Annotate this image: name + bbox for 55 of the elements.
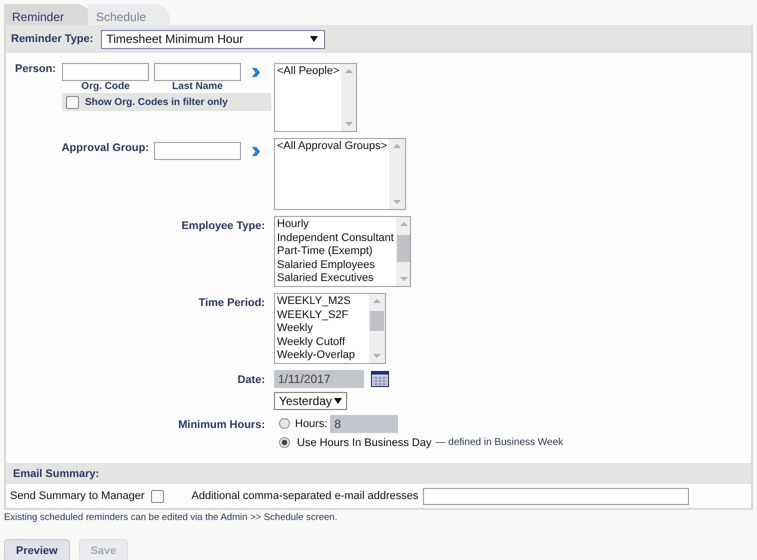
list-option[interactable]: Independent Consultant — [277, 232, 394, 246]
action-button[interactable]: Preview — [4, 539, 70, 560]
calendar-icon[interactable] — [371, 371, 389, 387]
scrollbar[interactable] — [396, 217, 410, 286]
field-label: Time Period: — [198, 297, 265, 309]
info-text: Existing scheduled reminders can be edited via the Admin >> Schedule screen. — [4, 512, 338, 523]
chevron-icon[interactable] — [251, 146, 260, 157]
list-option[interactable]: WEEKLY_M2S — [277, 295, 367, 309]
time-period-listbox[interactable]: WEEKLY_M2S WEEKLY_S2F Weekly Weekly Cutoff Weekly-Overlap — [274, 293, 386, 364]
field-label: Reminder Type: — [11, 33, 94, 45]
chevron-icon[interactable] — [250, 67, 260, 78]
list-option[interactable]: Hourly — [277, 218, 394, 232]
list-option[interactable]: Weekly Cutoff — [277, 336, 367, 350]
date-field[interactable]: 1/11/2017 — [274, 370, 364, 388]
field-label: Employee Type: — [181, 220, 265, 232]
list-option[interactable]: <All Approval Groups> — [277, 140, 388, 154]
radio-button[interactable] — [279, 437, 290, 448]
employee-type-listbox[interactable]: Hourly Independent Consultant Part-Time (Exempt) Salaried Employees Salaried Executives — [274, 216, 411, 287]
hint-text: — defined in Business Week — [436, 437, 564, 448]
hours-field[interactable]: 8 — [330, 414, 398, 432]
caret-icon — [334, 398, 342, 404]
approval-group-listbox[interactable]: <All Approval Groups> — [274, 138, 406, 210]
list-option[interactable]: Weekly-Overlap — [277, 349, 367, 363]
email-addresses-field[interactable] — [423, 488, 690, 504]
date-range-dropdown[interactable]: Yesterday — [274, 392, 347, 410]
caret-icon — [310, 36, 318, 42]
field-caption: Org. Code — [81, 81, 130, 92]
field-caption: Last Name — [172, 81, 223, 92]
checkbox[interactable] — [66, 96, 79, 108]
field-label: Approval Group: — [62, 142, 149, 154]
field-label: Date: — [237, 374, 265, 386]
list-option[interactable]: <All People> — [277, 65, 340, 79]
scrollbar[interactable] — [341, 64, 356, 131]
org-code-field[interactable] — [62, 63, 149, 81]
scrollbar[interactable] — [369, 294, 385, 363]
reminder-type-dropdown[interactable]: Timesheet Minimum Hour — [101, 30, 326, 48]
scrollbar[interactable] — [389, 139, 405, 209]
list-option[interactable]: Salaried Executives — [277, 272, 394, 286]
checkbox-label: Send Summary to Manager — [10, 490, 145, 502]
field-label: Person: — [15, 63, 56, 77]
radio-button[interactable] — [279, 418, 290, 429]
list-option[interactable]: WEEKLY_S2F — [277, 308, 367, 322]
list-option[interactable]: Weekly — [277, 322, 367, 336]
radio-label: Use Hours In Business Day — [297, 436, 432, 448]
field-label: Additional comma-separated e-mail addresses — [192, 490, 418, 502]
section-title: Email Summary: — [13, 468, 100, 480]
list-option[interactable]: Part-Time (Exempt) — [277, 245, 394, 259]
checkbox-label: Show Org. Codes in filter only — [84, 96, 228, 108]
list-option[interactable]: Salaried Employees — [277, 258, 394, 272]
people-listbox[interactable]: <All People> — [274, 63, 357, 132]
checkbox[interactable] — [150, 490, 164, 502]
approval-group-field[interactable] — [154, 142, 241, 160]
field-label: Minimum Hours: — [178, 419, 265, 431]
radio-label: Hours: — [295, 418, 328, 430]
last-name-field[interactable] — [154, 63, 241, 81]
